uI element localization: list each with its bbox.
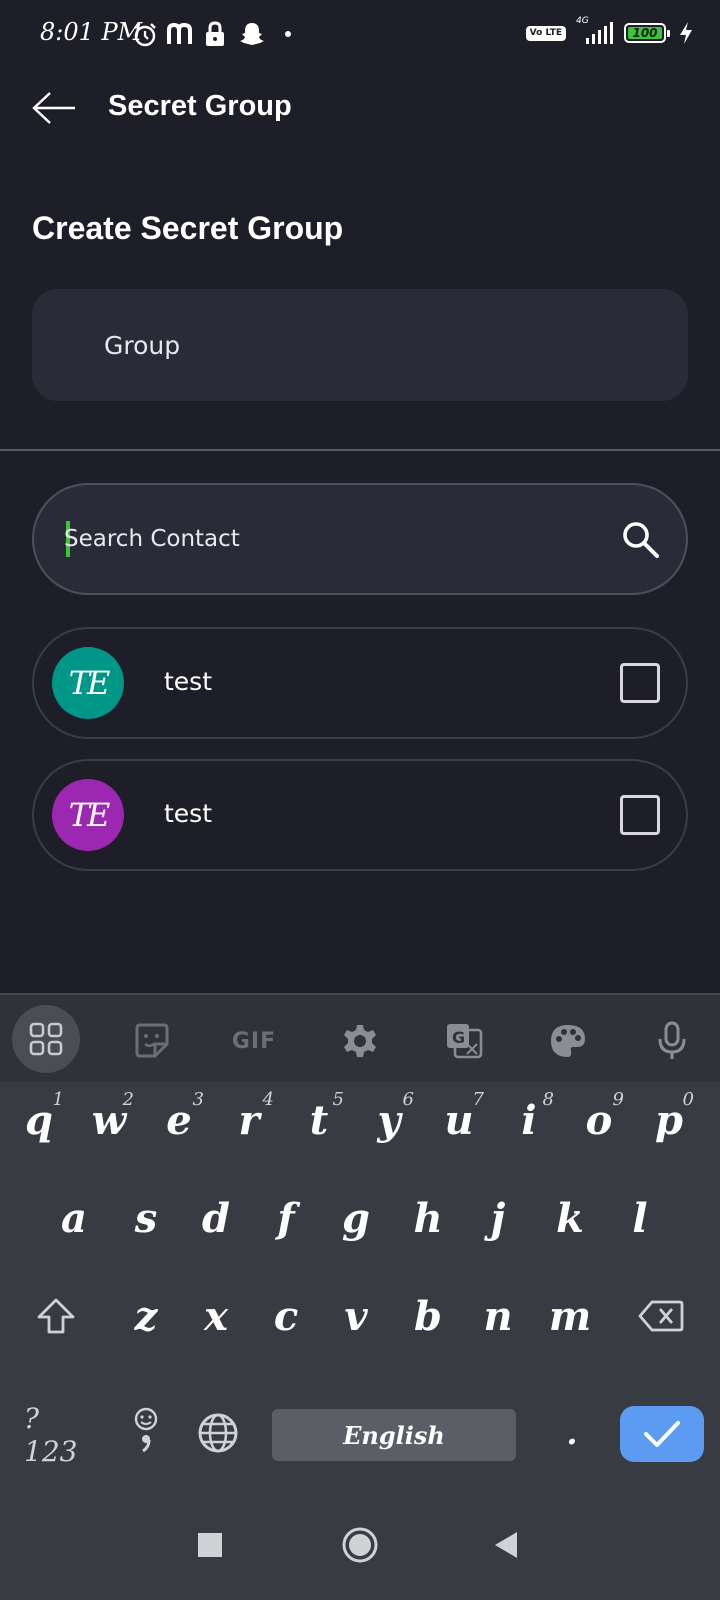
voice-button[interactable] <box>640 1009 704 1073</box>
sticker-icon <box>135 1023 169 1058</box>
avatar: TE <box>52 779 124 851</box>
contact-checkbox[interactable] <box>620 663 660 703</box>
enter-key[interactable] <box>620 1406 704 1462</box>
home-button[interactable] <box>336 1521 384 1569</box>
backspace-icon <box>638 1300 684 1332</box>
lock-icon <box>206 21 224 46</box>
app-header: Secret Group <box>0 68 720 148</box>
triangle-back-icon <box>495 1532 517 1558</box>
square-icon <box>198 1533 222 1557</box>
mic-icon <box>658 1021 686 1059</box>
translate-button[interactable]: G <box>432 1009 496 1073</box>
key-z[interactable]: z <box>114 1281 178 1351</box>
recents-button[interactable] <box>186 1521 234 1569</box>
section-title: Create Secret Group <box>32 210 344 246</box>
key-t[interactable]: t5 <box>288 1085 350 1155</box>
alarm-icon <box>134 23 156 47</box>
key-u[interactable]: u7 <box>428 1085 490 1155</box>
search-contact-box[interactable] <box>32 483 688 595</box>
arrow-left-icon <box>32 92 75 124</box>
key-f[interactable]: f <box>254 1183 318 1253</box>
gear-icon <box>344 1025 376 1057</box>
avatar: TE <box>52 647 124 719</box>
language-key[interactable] <box>190 1403 246 1463</box>
symbols-key[interactable]: ?123 <box>24 1402 92 1468</box>
key-k[interactable]: k <box>538 1183 602 1253</box>
contact-item[interactable]: TE test <box>32 759 688 871</box>
checkmark-icon <box>644 1421 680 1447</box>
key-s[interactable]: s <box>114 1183 178 1253</box>
shift-key[interactable] <box>24 1281 88 1351</box>
key-l[interactable]: l <box>608 1183 672 1253</box>
back-nav-button[interactable] <box>482 1521 530 1569</box>
keyboard: GIF G q 1 w 2 e 3 r 4 t 5 y 6 u 7 i 8 o … <box>0 993 720 1600</box>
key-x[interactable]: x <box>184 1281 248 1351</box>
sticker-button[interactable] <box>120 1009 184 1073</box>
charging-icon <box>680 22 692 44</box>
key-v[interactable]: v <box>324 1281 388 1351</box>
contact-name: test <box>164 799 213 828</box>
network-type: 4G <box>576 16 589 26</box>
group-name-field[interactable] <box>32 289 688 401</box>
m-app-icon <box>167 22 192 44</box>
key-b[interactable]: b <box>396 1281 460 1351</box>
divider <box>0 449 720 451</box>
signal-icon: 4G <box>574 16 616 46</box>
volte-badge: Vo LTE <box>525 25 566 41</box>
status-time: 8:01 PM <box>40 18 143 46</box>
keyboard-toolbar: GIF G <box>0 993 720 1082</box>
key-m[interactable]: m <box>538 1281 602 1351</box>
key-r[interactable]: r4 <box>218 1085 280 1155</box>
status-bar: 8:01 PM Vo LTE 4G 100 <box>0 0 720 68</box>
backspace-key[interactable] <box>628 1281 694 1351</box>
key-c[interactable]: c <box>254 1281 318 1351</box>
system-nav-bar <box>0 1491 720 1600</box>
space-key[interactable]: English <box>272 1409 516 1461</box>
key-n[interactable]: n <box>466 1281 530 1351</box>
dot-icon <box>285 31 291 37</box>
contact-item[interactable]: TE test <box>32 627 688 739</box>
settings-button[interactable] <box>328 1009 392 1073</box>
key-j[interactable]: j <box>466 1183 530 1253</box>
contact-name: test <box>164 667 213 696</box>
key-y[interactable]: y6 <box>358 1085 420 1155</box>
contact-checkbox[interactable] <box>620 795 660 835</box>
key-h[interactable]: h <box>396 1183 460 1253</box>
battery-level: 100 <box>632 26 658 40</box>
status-right: Vo LTE 4G 100 <box>525 16 694 46</box>
emoji-comma-icon <box>134 1407 158 1453</box>
page-title: Secret Group <box>108 90 292 122</box>
gif-label: GIF <box>231 1028 277 1054</box>
home-circle-icon <box>342 1527 378 1563</box>
theme-button[interactable] <box>536 1009 600 1073</box>
battery-icon: 100 <box>624 23 670 43</box>
search-contact-input[interactable] <box>64 485 584 593</box>
translate-icon: G <box>447 1024 483 1059</box>
key-d[interactable]: d <box>184 1183 248 1253</box>
key-e[interactable]: e3 <box>148 1085 210 1155</box>
emoji-key[interactable] <box>118 1393 174 1473</box>
key-p[interactable]: p0 <box>638 1085 700 1155</box>
group-name-input[interactable] <box>104 289 664 401</box>
gif-button[interactable]: GIF <box>222 1009 286 1073</box>
globe-icon <box>198 1413 238 1453</box>
back-button[interactable] <box>28 84 80 132</box>
shift-icon <box>37 1298 75 1334</box>
key-a[interactable]: a <box>42 1183 106 1253</box>
search-icon[interactable] <box>620 519 660 559</box>
key-g[interactable]: g <box>324 1183 388 1253</box>
apps-button[interactable] <box>12 1005 80 1073</box>
snapchat-icon <box>240 23 264 45</box>
palette-icon <box>551 1025 585 1057</box>
apps-icon <box>29 1022 63 1056</box>
key-o[interactable]: o9 <box>568 1085 630 1155</box>
key-i[interactable]: i8 <box>498 1085 560 1155</box>
period-key[interactable]: . <box>540 1393 604 1473</box>
key-q[interactable]: q1 <box>8 1085 70 1155</box>
svg-text:G: G <box>452 1028 465 1047</box>
key-w[interactable]: w2 <box>78 1085 140 1155</box>
